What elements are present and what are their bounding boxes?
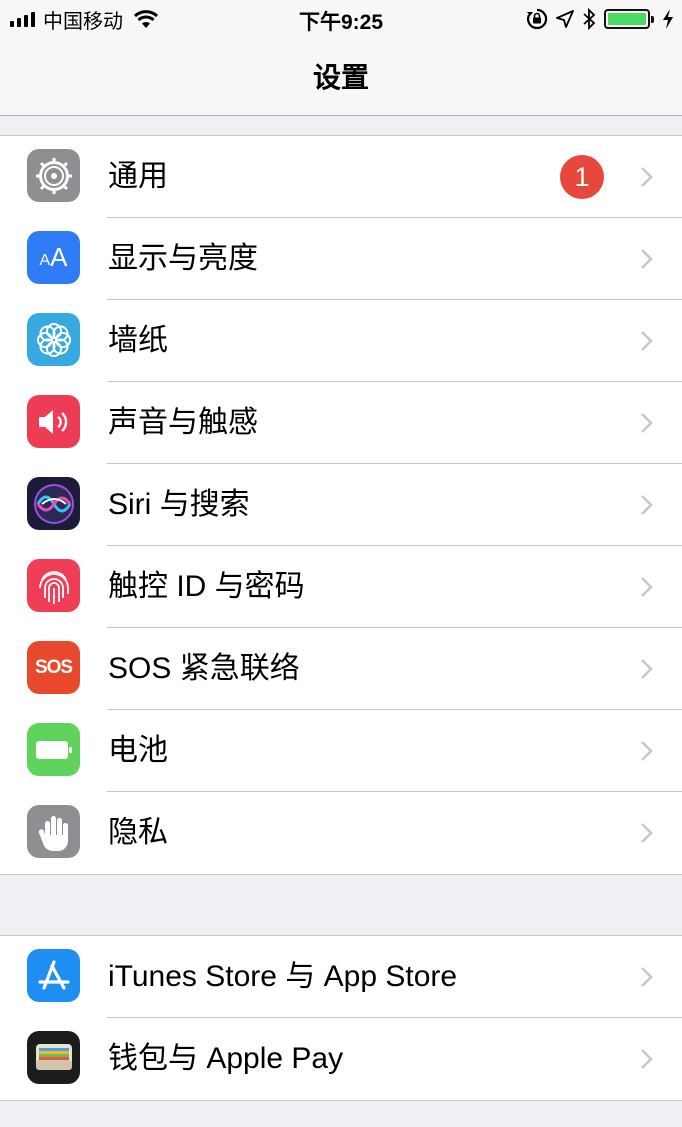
row-label: Siri 与搜索 <box>108 488 250 521</box>
chevron-right-icon <box>641 577 653 597</box>
chevron-right-icon <box>641 741 653 761</box>
charging-icon <box>663 9 673 29</box>
settings-group-1: 通用 1 AA 显示与亮度 墙纸 声音与触感 Siri 与搜索 触控 ID 与密… <box>0 135 682 875</box>
settings-row-sounds[interactable]: 声音与触感 <box>0 382 682 464</box>
notification-badge: 1 <box>560 155 604 199</box>
row-label: SOS 紧急联络 <box>108 652 300 685</box>
settings-row-privacy[interactable]: 隐私 <box>0 792 682 874</box>
orientation-lock-icon <box>526 8 548 30</box>
app-store-icon <box>27 949 80 1002</box>
chevron-right-icon <box>641 167 653 187</box>
row-label: 钱包与 Apple Pay <box>108 1042 344 1075</box>
sos-icon: SOS <box>27 641 80 694</box>
row-label: 触控 ID 与密码 <box>108 570 305 603</box>
wallet-icon <box>27 1031 80 1084</box>
settings-row-wallpaper[interactable]: 墙纸 <box>0 300 682 382</box>
siri-icon <box>27 477 80 530</box>
chevron-right-icon <box>641 659 653 679</box>
row-label: 通用 <box>108 160 168 193</box>
text-size-icon: AA <box>27 231 80 284</box>
battery-icon <box>604 9 654 29</box>
settings-row-battery[interactable]: 电池 <box>0 710 682 792</box>
settings-row-sos[interactable]: SOS SOS 紧急联络 <box>0 628 682 710</box>
sos-icon-text: SOS <box>34 656 73 678</box>
settings-row-touch-id[interactable]: 触控 ID 与密码 <box>0 546 682 628</box>
chevron-right-icon <box>641 249 653 269</box>
settings-row-general[interactable]: 通用 1 <box>0 136 682 218</box>
row-label: 声音与触感 <box>108 406 258 439</box>
row-label: 电池 <box>108 734 168 767</box>
row-label: 显示与亮度 <box>108 242 258 275</box>
settings-row-itunes-app-store[interactable]: iTunes Store 与 App Store <box>0 936 682 1018</box>
page-title: 设置 <box>312 62 369 93</box>
row-label: 隐私 <box>108 816 168 849</box>
chevron-right-icon <box>641 1049 653 1069</box>
chevron-right-icon <box>641 331 653 351</box>
bluetooth-icon <box>583 8 596 30</box>
settings-row-siri[interactable]: Siri 与搜索 <box>0 464 682 546</box>
settings-row-display-brightness[interactable]: AA 显示与亮度 <box>0 218 682 300</box>
chevron-right-icon <box>641 413 653 433</box>
settings-group-2: iTunes Store 与 App Store 钱包与 Apple Pay <box>0 935 682 1101</box>
gear-icon <box>27 149 80 202</box>
settings-row-wallet[interactable]: 钱包与 Apple Pay <box>0 1018 682 1100</box>
status-right <box>526 6 674 32</box>
chevron-right-icon <box>641 823 653 843</box>
speaker-icon <box>27 395 80 448</box>
chevron-right-icon <box>641 495 653 515</box>
fingerprint-icon <box>27 559 80 612</box>
flower-icon <box>27 313 80 366</box>
row-label: 墙纸 <box>108 324 168 357</box>
hand-icon <box>27 805 80 858</box>
row-label: iTunes Store 与 App Store <box>108 960 458 993</box>
nav-bar: 设置 <box>0 38 682 116</box>
location-icon <box>556 10 574 28</box>
battery-icon <box>27 723 80 776</box>
chevron-right-icon <box>641 967 653 987</box>
status-bar: 中国移动 下午9:25 <box>0 0 682 38</box>
